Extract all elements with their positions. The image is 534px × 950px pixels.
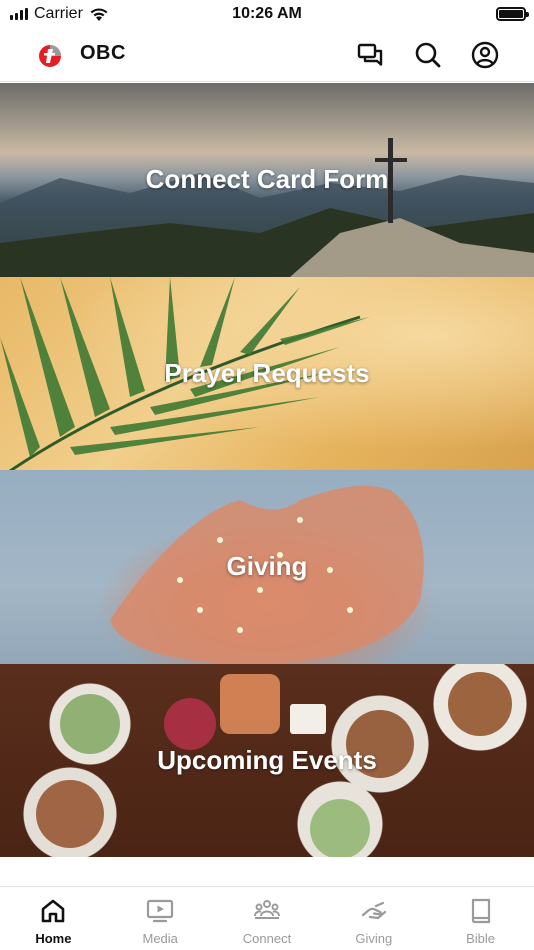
tile-prayer-requests[interactable]: Prayer Requests — [0, 276, 534, 470]
tile-upcoming-events[interactable]: Upcoming Events — [0, 663, 534, 857]
tab-label: Media — [142, 931, 178, 946]
app-title: OBC — [80, 42, 126, 64]
tab-bar: Home Media Connect Giving Bible — [0, 886, 534, 950]
search-icon — [415, 42, 441, 68]
search-button[interactable] — [413, 40, 443, 70]
tile-giving[interactable]: Giving — [0, 470, 534, 664]
tab-giving[interactable]: Giving — [320, 887, 427, 950]
feature-tiles: Connect Card Form Prayer Requests Giving… — [0, 83, 534, 857]
chat-icon — [357, 43, 383, 66]
home-icon — [42, 899, 65, 923]
bible-icon — [471, 898, 490, 924]
tab-bible[interactable]: Bible — [427, 887, 534, 950]
battery-icon — [496, 7, 529, 21]
status-time: 10:26 AM — [232, 5, 302, 22]
tab-connect[interactable]: Connect — [214, 887, 321, 950]
tab-home[interactable]: Home — [0, 887, 107, 950]
tab-media[interactable]: Media — [107, 887, 214, 950]
tab-label: Connect — [242, 931, 292, 946]
church-logo-icon — [39, 45, 61, 67]
tile-label: Giving — [226, 551, 308, 582]
profile-button[interactable] — [470, 40, 500, 70]
tab-label: Bible — [466, 931, 496, 946]
status-bar: Carrier 10:26 AM — [0, 0, 534, 28]
tab-label: Giving — [355, 931, 393, 946]
chat-button[interactable] — [356, 40, 386, 70]
media-icon — [147, 899, 174, 923]
profile-icon — [471, 41, 499, 69]
tile-label: Upcoming Events — [157, 744, 377, 775]
tab-label: Home — [35, 931, 72, 946]
giving-icon — [361, 901, 386, 920]
connect-icon — [254, 900, 280, 919]
app-header: OBC — [0, 28, 534, 82]
tile-label: Prayer Requests — [164, 357, 370, 388]
tile-label: Connect Card Form — [145, 164, 389, 195]
tile-connect-card-form[interactable]: Connect Card Form — [0, 83, 534, 277]
